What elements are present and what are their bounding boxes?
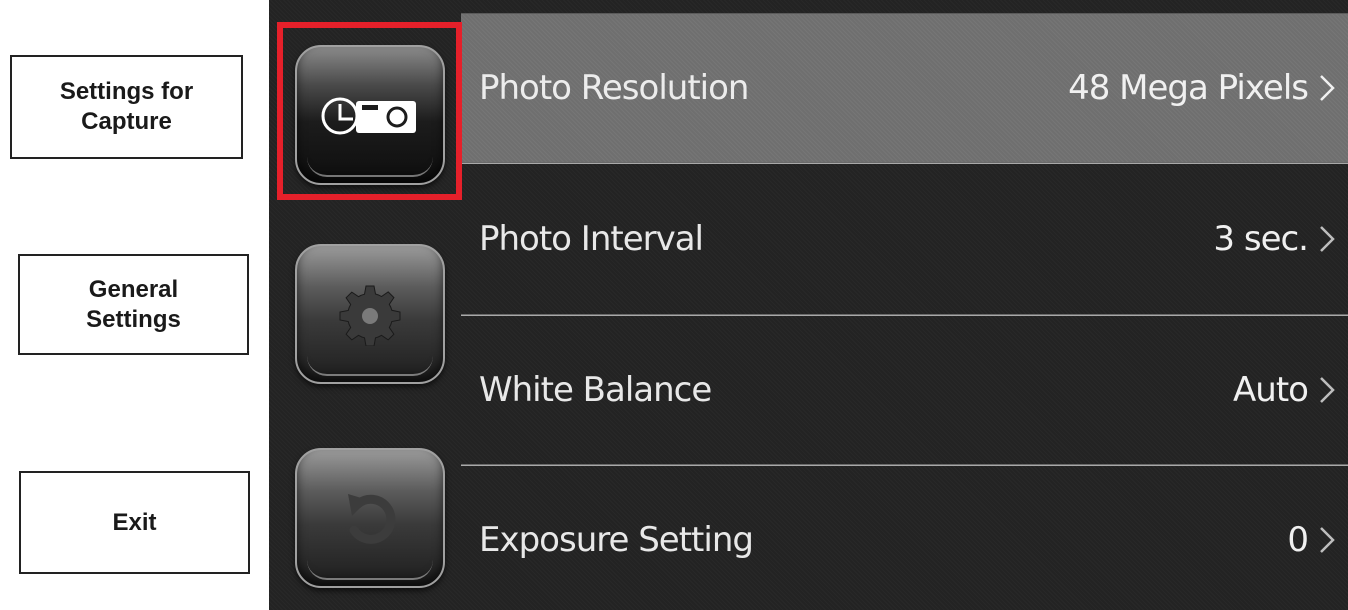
selection-highlight-frame — [277, 22, 462, 200]
callout-exit: Exit — [19, 471, 250, 574]
setting-value-group: 48 Mega Pixels — [1068, 68, 1336, 108]
setting-value: 0 — [1287, 520, 1309, 560]
setting-label: Photo Interval — [479, 219, 704, 259]
setting-row-photo-interval[interactable]: Photo Interval 3 sec. — [461, 164, 1348, 314]
chevron-right-icon — [1320, 226, 1335, 252]
setting-value-group: 0 — [1287, 520, 1336, 560]
setting-value: 48 Mega Pixels — [1068, 68, 1309, 108]
back-arrow-icon — [348, 494, 396, 544]
gear-icon — [339, 285, 401, 346]
callout-settings-for-capture: Settings for Capture — [10, 55, 243, 159]
device-screen: Photo Resolution 48 Mega Pixels Photo In… — [269, 0, 1348, 610]
tab-general-settings[interactable] — [295, 244, 445, 384]
setting-value: 3 sec. — [1213, 219, 1309, 259]
chevron-right-icon — [1320, 527, 1335, 553]
setting-row-photo-resolution[interactable]: Photo Resolution 48 Mega Pixels — [461, 14, 1348, 162]
setting-row-exposure-setting[interactable]: Exposure Setting 0 — [461, 466, 1348, 610]
setting-row-white-balance[interactable]: White Balance Auto — [461, 316, 1348, 464]
setting-value: Auto — [1233, 370, 1309, 410]
callout-general-settings: General Settings — [18, 254, 249, 355]
setting-value-group: Auto — [1233, 370, 1336, 410]
setting-value-group: 3 sec. — [1213, 219, 1336, 259]
tab-exit[interactable] — [295, 448, 445, 588]
chevron-right-icon — [1320, 377, 1335, 403]
chevron-right-icon — [1320, 75, 1335, 101]
setting-label: White Balance — [479, 370, 712, 410]
setting-label: Exposure Setting — [479, 520, 754, 560]
setting-label: Photo Resolution — [479, 68, 749, 108]
